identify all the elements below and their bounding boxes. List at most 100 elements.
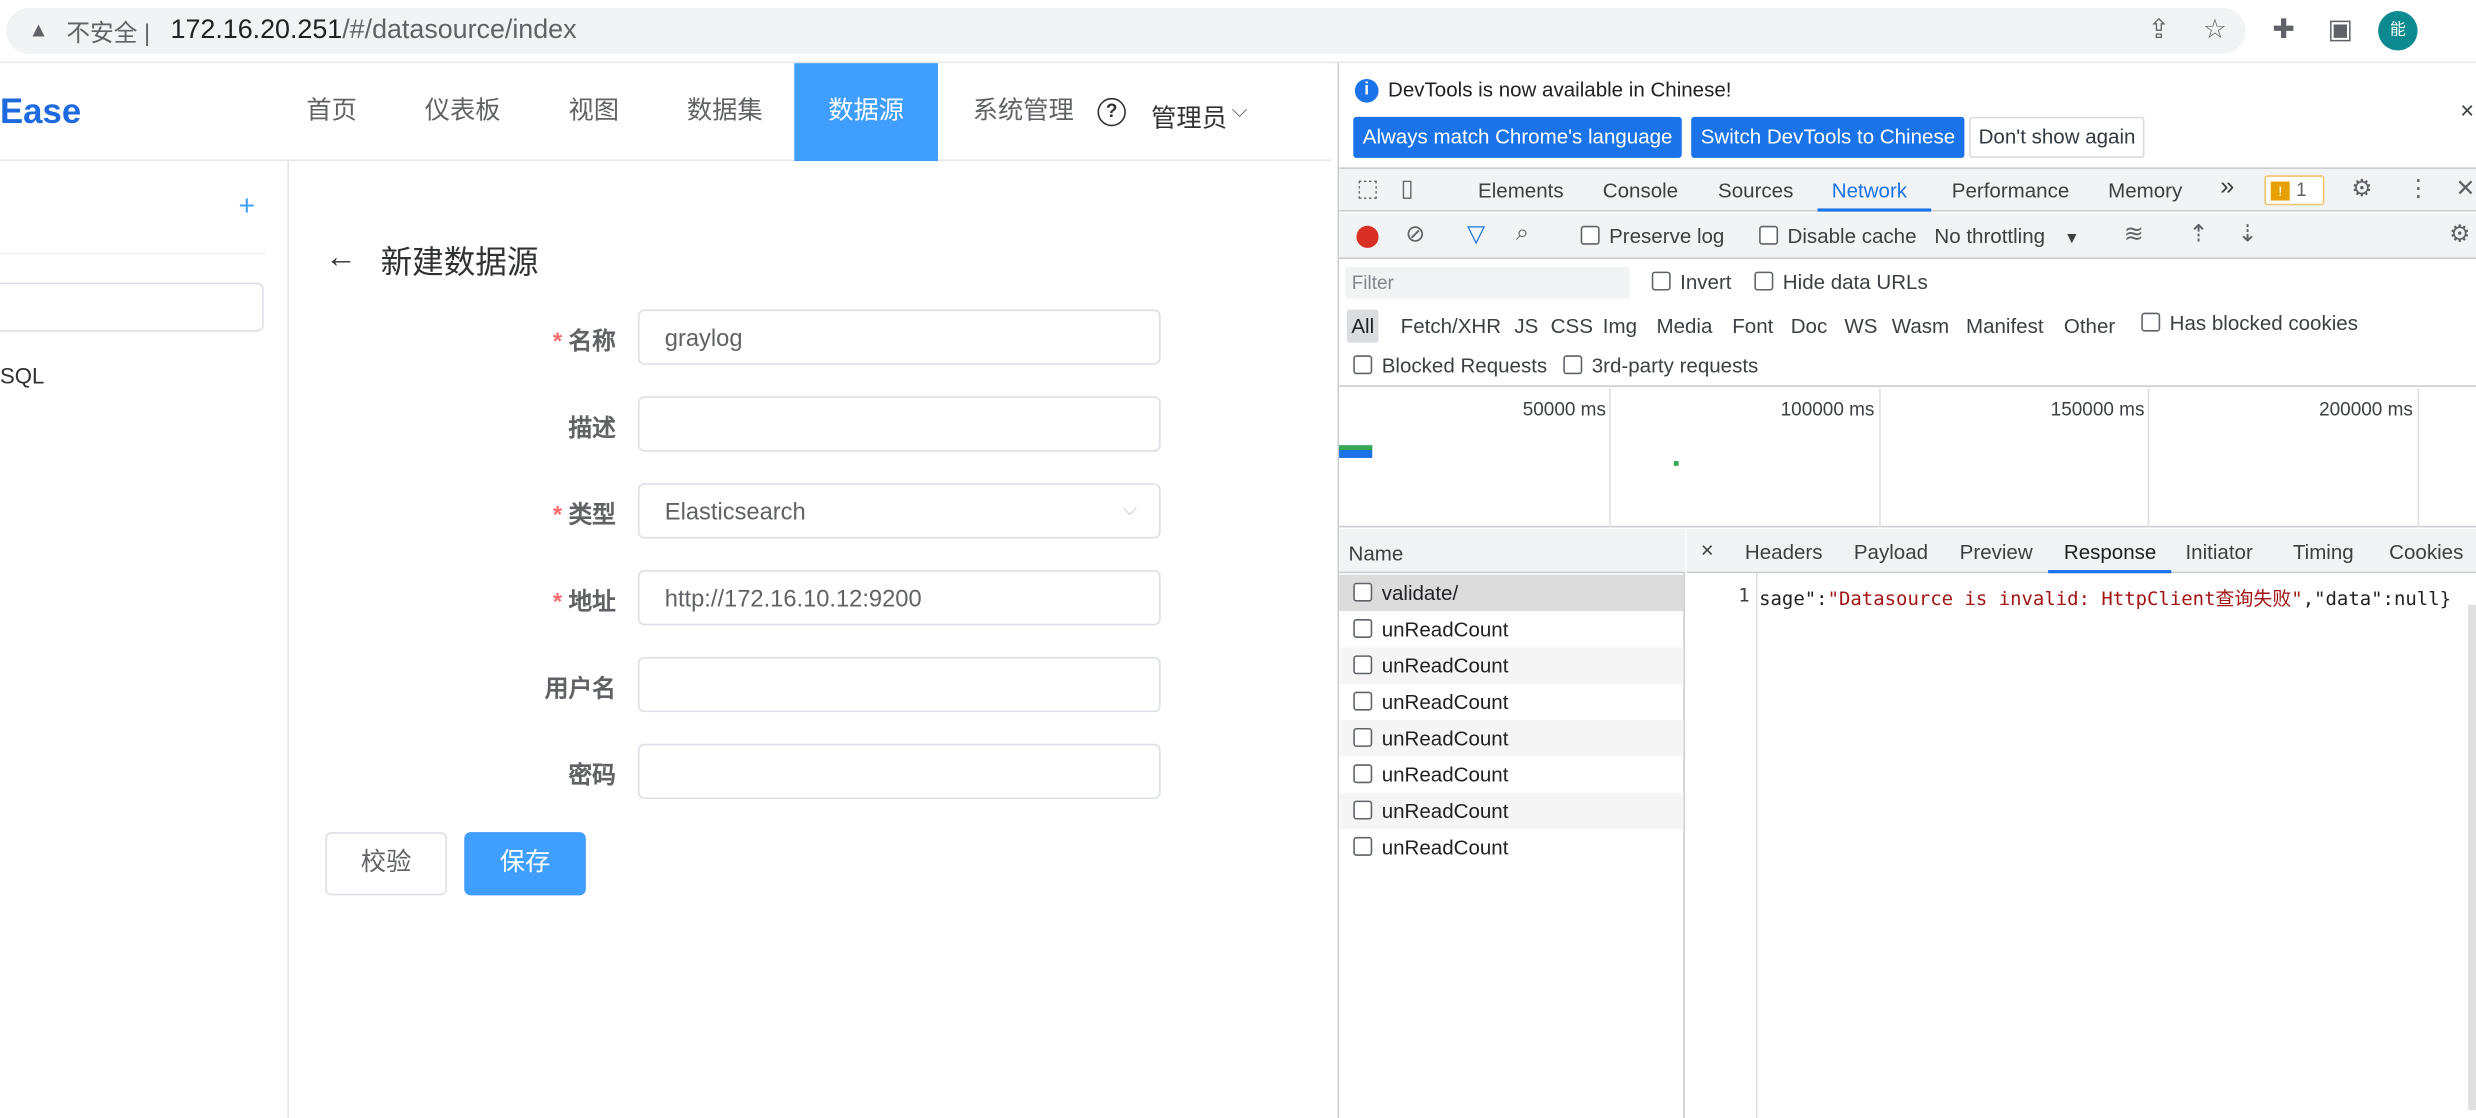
tree-search-input[interactable] [0,282,264,332]
disable-cache-checkbox[interactable]: Disable cache [1759,224,1916,248]
filter-type-js[interactable]: JS [1514,314,1538,338]
tab-performance[interactable]: Performance [1952,178,2070,202]
filter-type-wasm[interactable]: Wasm [1892,314,1949,338]
filter-input[interactable]: Filter [1345,266,1630,299]
settings-gear-icon[interactable]: ⚙ [2351,174,2372,202]
device-toolbar-icon[interactable]: ▯ [1401,174,1414,202]
request-row[interactable]: unReadCount [1339,647,1684,684]
tab-network[interactable]: Network [1832,178,1907,202]
timeline-label: 200000 ms [2319,397,2413,421]
filter-type-font[interactable]: Font [1732,314,1773,338]
nav-dataset[interactable]: 数据集 [670,63,781,161]
network-conditions-icon[interactable]: ≋ [2124,219,2144,248]
import-har-icon[interactable]: ⇡ [2189,219,2209,248]
tab-timing[interactable]: Timing [2293,540,2354,564]
url-text[interactable]: 172.16.20.251/#/datasource/index [171,14,577,46]
filter-type-fetch[interactable]: Fetch/XHR [1401,314,1501,338]
preserve-log-checkbox[interactable]: Preserve log [1580,224,1724,248]
validate-button[interactable]: 校验 [325,832,447,896]
tab-response[interactable]: Response [2064,540,2156,564]
share-icon[interactable]: ⇪ [2148,14,2171,46]
save-button[interactable]: 保存 [464,832,586,896]
warning-icon[interactable]: ▲ [28,17,48,41]
dont-show-again-button[interactable]: Don't show again [1969,116,2145,158]
switch-chinese-button[interactable]: Switch DevTools to Chinese [1691,116,1965,158]
filter-type-manifest[interactable]: Manifest [1966,314,2044,338]
back-arrow-icon[interactable]: ← [325,240,357,276]
add-icon[interactable]: + [238,189,255,222]
request-row[interactable]: validate/ [1339,574,1684,612]
tab-console[interactable]: Console [1603,178,1678,202]
user-name[interactable]: 管理员 [1151,96,1227,134]
info-icon: i [1354,78,1379,103]
app-logo[interactable]: Ease [0,92,81,133]
close-detail-icon[interactable]: × [1701,537,1714,562]
request-row[interactable]: unReadCount [1339,792,1684,830]
request-row[interactable]: unReadCount [1339,720,1684,757]
address-input[interactable]: http://172.16.10.12:9200 [637,570,1161,626]
type-select[interactable]: Elasticsearch ⌵ [637,483,1161,539]
filter-type-css[interactable]: CSS [1551,314,1593,338]
hide-data-urls-checkbox[interactable]: Hide data URLs [1754,270,1928,294]
search-icon[interactable]: ⌕ [1516,219,1529,246]
response-body[interactable]: sage":"Datasource is invalid: HttpClient… [1759,584,2451,611]
name-input[interactable]: graylog [637,309,1161,365]
filter-type-other[interactable]: Other [2064,314,2115,338]
username-input[interactable] [637,656,1161,713]
insecure-label[interactable]: 不安全 | [66,16,150,49]
nav-system[interactable]: 系统管理 [960,63,1086,161]
tab-initiator[interactable]: Initiator [2185,540,2252,564]
filter-type-media[interactable]: Media [1656,314,1712,338]
tab-memory[interactable]: Memory [2108,178,2182,202]
filter-type-img[interactable]: Img [1603,314,1637,338]
filter-type-doc[interactable]: Doc [1791,314,1828,338]
side-panel-icon[interactable]: ▣ [2328,14,2353,46]
chevron-down-icon[interactable]: ⌵ [1232,98,1248,123]
nav-home[interactable]: 首页 [287,63,375,161]
nav-datasource[interactable]: 数据源 [794,63,938,162]
close-devtools-icon[interactable]: ✕ [2456,174,2476,202]
record-icon[interactable] [1356,225,1379,248]
tab-headers[interactable]: Headers [1745,540,1823,564]
profile-avatar[interactable]: 能 [2378,11,2418,51]
inspect-icon[interactable]: ⬚ [1356,174,1378,202]
tree-item[interactable]: SQL [0,363,44,388]
blocked-requests-checkbox[interactable]: Blocked Requests [1353,354,1547,377]
help-icon[interactable]: ? [1097,97,1126,127]
third-party-checkbox[interactable]: 3rd-party requests [1563,354,1758,377]
close-icon[interactable]: × [2460,98,2474,125]
tab-payload[interactable]: Payload [1854,540,1928,564]
kebab-menu-icon[interactable]: ⋮ [2407,174,2431,202]
network-overview[interactable]: 50000 ms 100000 ms 150000 ms 200000 ms [1339,388,2476,528]
export-har-icon[interactable]: ⇣ [2238,219,2258,248]
more-tabs-icon[interactable]: » [2220,174,2234,202]
filter-icon[interactable]: ▽ [1467,219,1485,248]
scrollbar[interactable] [2468,604,2476,1111]
filter-type-all[interactable]: All [1346,309,1379,343]
tab-sources[interactable]: Sources [1718,178,1793,202]
timeline-label: 100000 ms [1780,397,1875,421]
line-number-gutter [1686,573,1758,1118]
filter-type-ws[interactable]: WS [1844,314,1877,338]
description-input[interactable] [637,396,1161,452]
extensions-icon[interactable]: ✚ [2272,14,2295,46]
throttling-select[interactable]: No throttling ▼ [1934,224,2079,248]
tab-preview[interactable]: Preview [1960,540,2033,564]
tab-cookies[interactable]: Cookies [2389,540,2463,564]
invert-checkbox[interactable]: Invert [1651,270,1732,294]
request-row[interactable]: unReadCount [1339,756,1683,792]
clear-icon[interactable]: ⊘ [1405,219,1425,248]
network-settings-icon[interactable]: ⚙ [2449,219,2470,248]
tab-elements[interactable]: Elements [1478,178,1564,202]
name-column-header[interactable]: Name [1339,528,1685,574]
has-blocked-cookies-checkbox[interactable]: Has blocked cookies [2141,311,2358,335]
request-row[interactable]: unReadCount [1339,611,1683,647]
match-language-button[interactable]: Always match Chrome's language [1353,116,1682,158]
issues-badge[interactable]: ! 1 [2264,175,2325,206]
nav-dashboard[interactable]: 仪表板 [407,63,518,161]
password-input[interactable] [637,743,1161,800]
request-row[interactable]: unReadCount [1339,829,1683,865]
request-row[interactable]: unReadCount [1339,684,1683,720]
star-icon[interactable]: ☆ [2203,14,2227,46]
nav-view[interactable]: 视图 [550,63,638,161]
